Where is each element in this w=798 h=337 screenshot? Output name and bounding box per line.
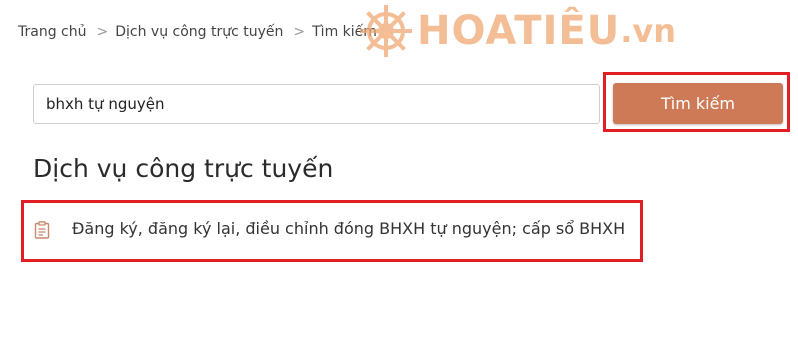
breadcrumb: Trang chủ > Dịch vụ công trực tuyến > Tì… [18, 24, 377, 40]
hoatieu-logo: HOATIÊU .vn [357, 2, 676, 60]
result-item[interactable]: Đăng ký, đăng ký lại, điều chỉnh đóng BH… [34, 218, 625, 239]
search-input[interactable] [33, 84, 600, 124]
ship-wheel-icon [360, 5, 412, 57]
search-button[interactable]: Tìm kiếm [613, 83, 783, 124]
logo-domain: .vn [620, 12, 677, 50]
breadcrumb-home-link[interactable]: Trang chủ [18, 24, 86, 40]
breadcrumb-separator: > [96, 24, 109, 40]
document-icon [34, 221, 50, 239]
breadcrumb-separator: > [293, 24, 306, 40]
logo-wordmark: HOATIÊU [417, 8, 621, 54]
result-link-label[interactable]: Đăng ký, đăng ký lại, điều chỉnh đóng BH… [72, 219, 625, 238]
section-title: Dịch vụ công trực tuyến [33, 154, 334, 183]
breadcrumb-online-services-link[interactable]: Dịch vụ công trực tuyến [115, 24, 283, 40]
